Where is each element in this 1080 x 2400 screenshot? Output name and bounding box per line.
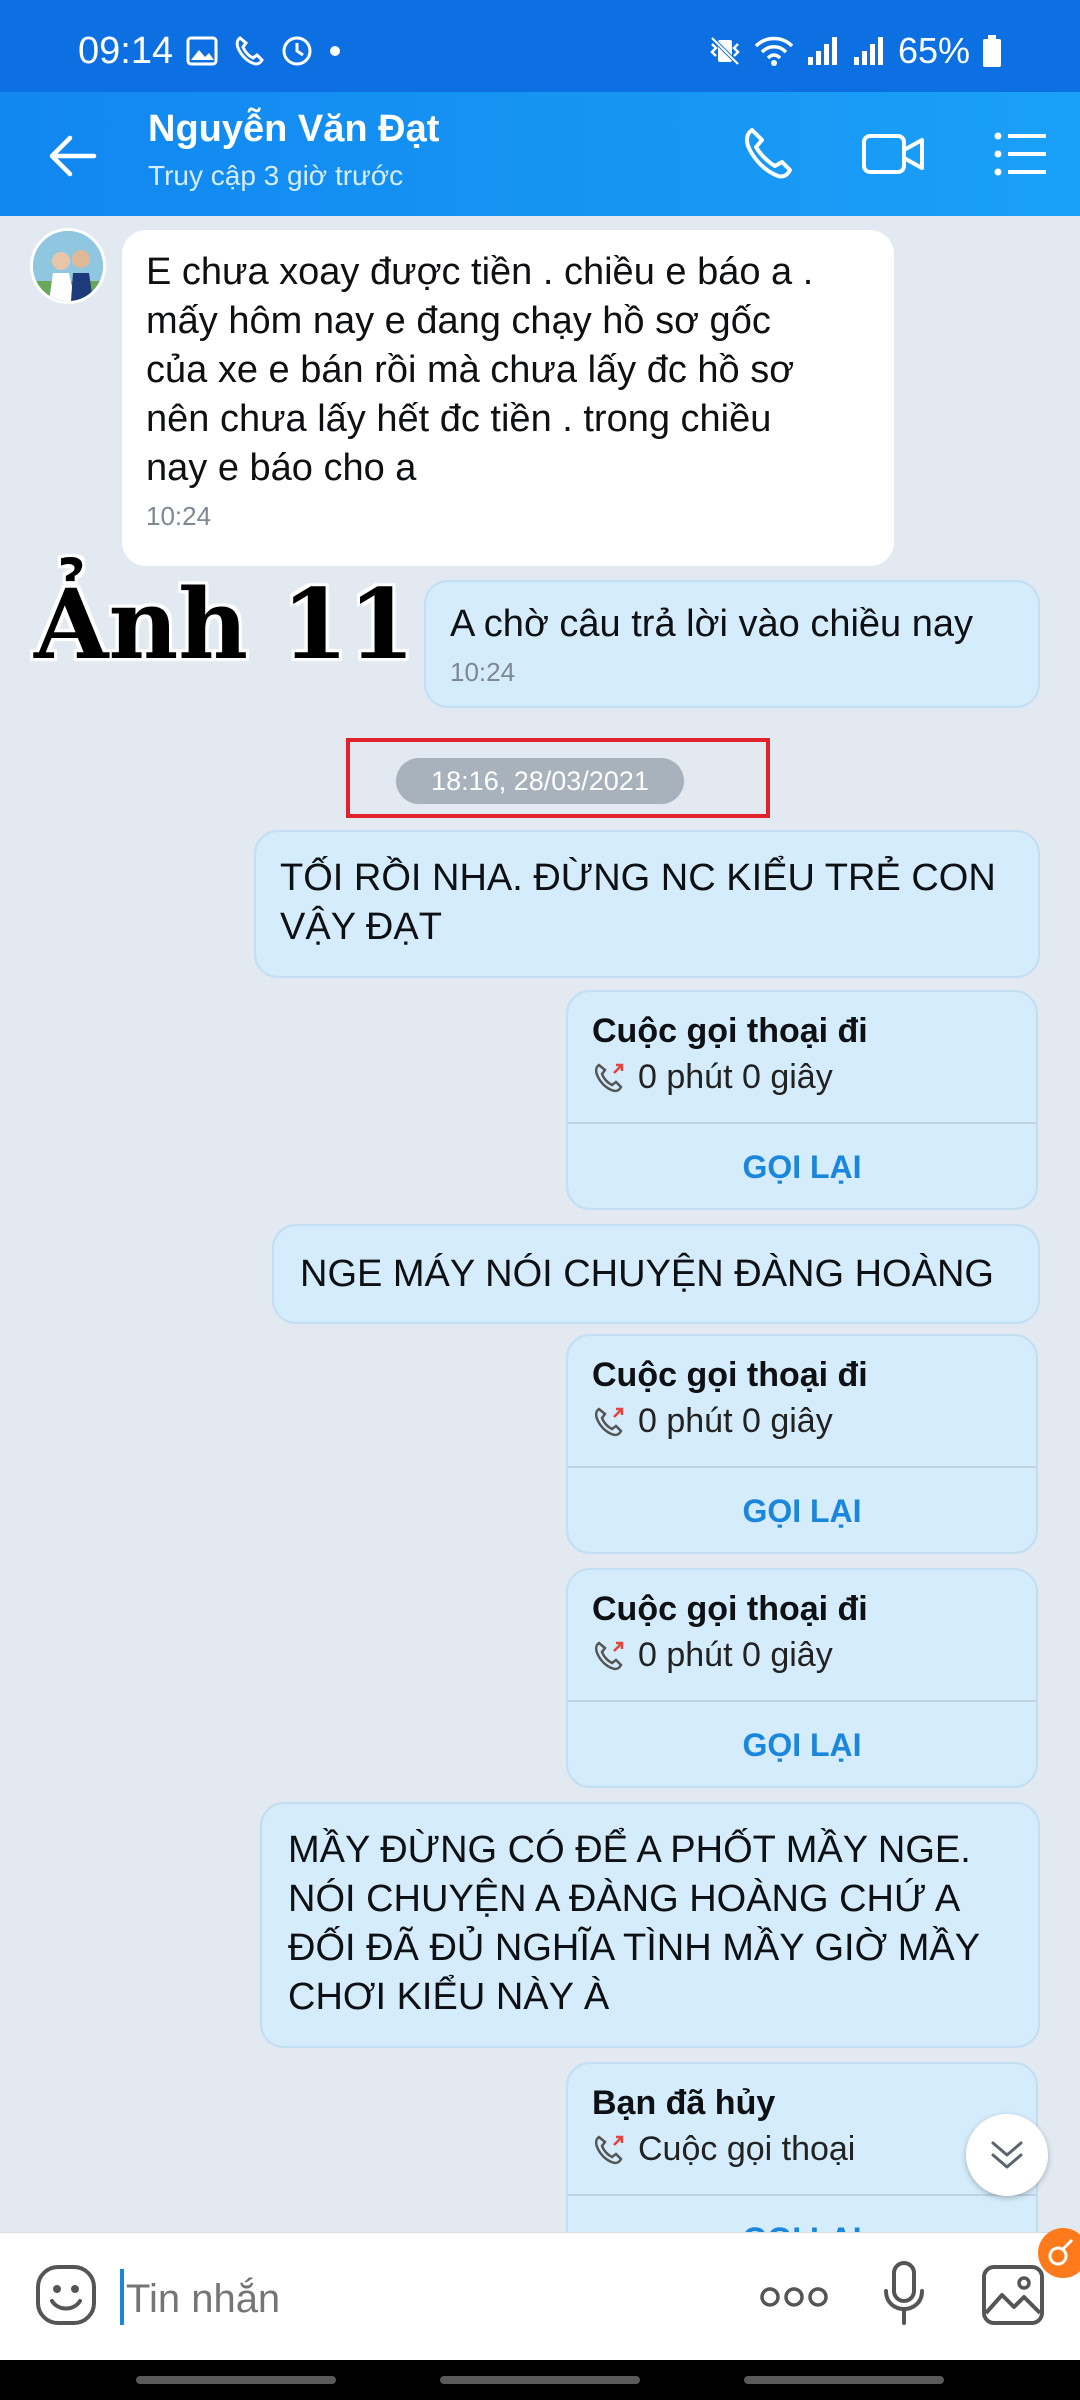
contact-name[interactable]: Nguyễn Văn Đạt — [148, 108, 439, 151]
video-call-icon[interactable] — [860, 124, 926, 184]
outgoing-message[interactable]: MẦY ĐỪNG CÓ ĐỂ A PHỐT MẦY NGE. NÓI CHUYỆ… — [260, 1802, 1040, 2048]
nav-back[interactable] — [744, 2376, 944, 2384]
call-detail: Cuộc gọi thoại — [638, 2130, 856, 2168]
scroll-to-bottom-button[interactable] — [966, 2114, 1048, 2196]
call-back-button[interactable]: GỌI LẠI — [568, 1702, 1036, 1786]
notification-badge — [1038, 2228, 1080, 2278]
call-detail: 0 phút 0 giây — [638, 1402, 833, 1440]
call-detail-row: 0 phút 0 giây — [592, 1636, 833, 1675]
call-title: Cuộc gọi thoại đi — [592, 1590, 868, 1628]
call-card[interactable]: Cuộc gọi thoại đi 0 phút 0 giây GỌI LẠI — [566, 1334, 1038, 1554]
date-separator: 18:16, 28/03/2021 — [396, 758, 684, 804]
call-title: Cuộc gọi thoại đi — [592, 1012, 868, 1050]
chevron-down-icon — [991, 2141, 1023, 2169]
phone-icon[interactable] — [738, 124, 798, 184]
clock-notification-icon — [282, 36, 312, 66]
text-cursor — [120, 2269, 124, 2325]
status-bar: 09:14 65% — [0, 0, 1080, 92]
status-time: 09:14 — [78, 30, 174, 72]
message-input[interactable] — [126, 2269, 726, 2329]
outgoing-message[interactable]: A chờ câu trả lời vào chiều nay 10:24 — [424, 580, 1040, 708]
outgoing-call-icon — [594, 2134, 624, 2164]
link-icon — [1048, 2238, 1074, 2266]
back-arrow-icon[interactable] — [44, 128, 100, 184]
message-composer — [0, 2232, 1080, 2360]
call-back-button[interactable]: GỌI LẠI — [568, 1468, 1036, 1552]
more-icon[interactable] — [758, 2283, 830, 2311]
message-text: NGE MÁY NÓI CHUYỆN ĐÀNG HOÀNG — [300, 1253, 994, 1295]
status-system-icons: 65% — [708, 30, 1002, 72]
wifi-icon — [754, 36, 794, 66]
signal-icon — [807, 37, 837, 65]
outgoing-call-icon — [594, 1640, 624, 1670]
call-detail-row: 0 phút 0 giây — [592, 1402, 833, 1441]
call-title: Cuộc gọi thoại đi — [592, 1356, 868, 1394]
call-title: Bạn đã hủy — [592, 2084, 776, 2122]
outgoing-message[interactable]: NGE MÁY NÓI CHUYỆN ĐÀNG HOÀNG — [272, 1224, 1040, 1324]
call-back-button[interactable]: GỌI LẠI — [568, 2196, 1036, 2232]
message-time: 10:24 — [450, 657, 516, 687]
call-back-button[interactable]: GỌI LẠI — [568, 1124, 1036, 1208]
watermark-label: Ảnh 11 — [34, 568, 416, 681]
message-text: E chưa xoay được tiền . chiều e báo a . … — [146, 251, 814, 489]
call-notification-icon — [235, 36, 264, 66]
emoji-icon[interactable] — [34, 2263, 98, 2327]
contact-avatar[interactable] — [30, 228, 106, 304]
message-list[interactable]: E chưa xoay được tiền . chiều e báo a . … — [0, 216, 1080, 2232]
system-nav-bar — [0, 2360, 1080, 2400]
signal-2-icon — [853, 37, 883, 65]
call-card[interactable]: Cuộc gọi thoại đi 0 phút 0 giây GỌI LẠI — [566, 1568, 1038, 1788]
status-notification-icons — [186, 34, 342, 68]
menu-icon[interactable] — [990, 124, 1050, 184]
battery-icon — [983, 35, 1001, 67]
message-text: MẦY ĐỪNG CÓ ĐỂ A PHỐT MẦY NGE. NÓI CHUYỆ… — [288, 1829, 981, 2018]
image-icon[interactable] — [980, 2263, 1046, 2327]
nav-recents[interactable] — [136, 2376, 336, 2384]
gallery-notification-icon — [186, 36, 218, 66]
incoming-message[interactable]: E chưa xoay được tiền . chiều e báo a . … — [122, 230, 894, 566]
call-detail-row: Cuộc gọi thoại — [592, 2130, 855, 2169]
message-text: TỐI RỒI NHA. ĐỪNG NC KIỂU TRẺ CON VẬY ĐẠ… — [280, 857, 996, 948]
message-text: A chờ câu trả lời vào chiều nay — [450, 603, 974, 645]
call-card[interactable]: Cuộc gọi thoại đi 0 phút 0 giây GỌI LẠI — [566, 990, 1038, 1210]
avatar-photo-icon — [33, 231, 103, 301]
dot-icon — [330, 46, 340, 56]
battery-percent: 65% — [897, 30, 970, 71]
call-detail: 0 phút 0 giây — [638, 1058, 833, 1096]
message-time: 10:24 — [146, 501, 212, 531]
microphone-icon[interactable] — [882, 2259, 926, 2329]
outgoing-message[interactable]: TỐI RỒI NHA. ĐỪNG NC KIỂU TRẺ CON VẬY ĐẠ… — [254, 830, 1040, 978]
outgoing-call-icon — [594, 1062, 624, 1092]
call-detail: 0 phút 0 giây — [638, 1636, 833, 1674]
vibrate-icon — [710, 36, 740, 66]
nav-home[interactable] — [440, 2376, 640, 2384]
outgoing-call-icon — [594, 1406, 624, 1436]
chat-header: Nguyễn Văn Đạt Truy cập 3 giờ trước — [0, 92, 1080, 216]
call-detail-row: 0 phút 0 giây — [592, 1058, 833, 1097]
last-seen-status: Truy cập 3 giờ trước — [148, 160, 404, 191]
